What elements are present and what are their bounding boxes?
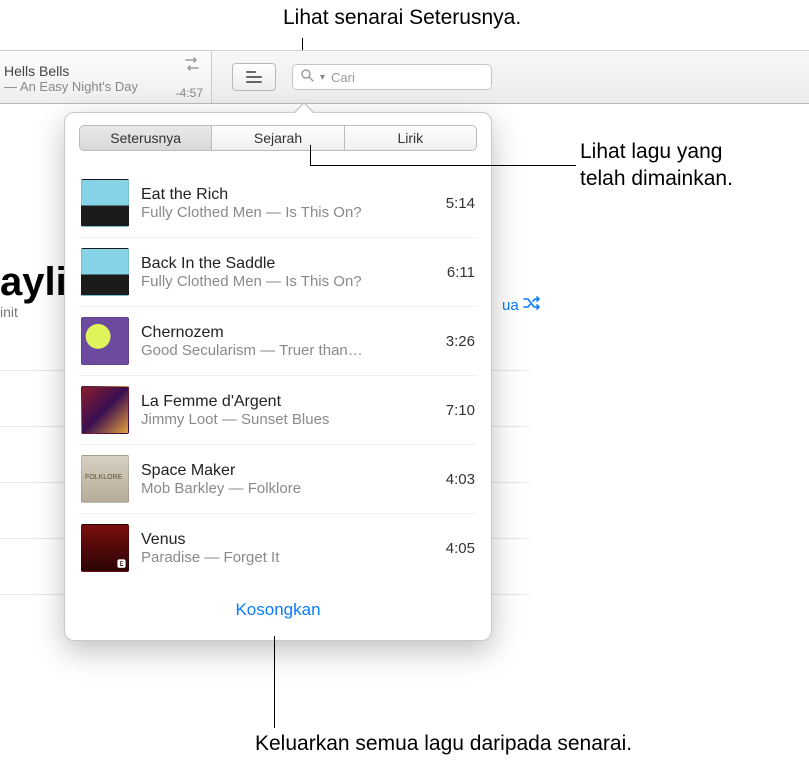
clear-row: Kosongkan: [79, 600, 477, 620]
queue-row[interactable]: Venus Paradise — Forget It 4:05: [79, 514, 477, 582]
repeat-icon[interactable]: [183, 57, 201, 76]
queue-title: Back In the Saddle: [141, 255, 427, 273]
queue-row[interactable]: Eat the Rich Fully Clothed Men — Is This…: [79, 169, 477, 238]
queue-title: Space Maker: [141, 462, 426, 480]
now-playing-title: Hells Bells: [4, 63, 201, 79]
callout-line: [310, 145, 311, 165]
search-placeholder: Cari: [331, 70, 355, 85]
shuffle-label-fragment: ua: [502, 297, 519, 314]
segmented-control: Seterusnya Sejarah Lirik: [79, 125, 477, 151]
queue-title: Chernozem: [141, 324, 426, 342]
queue-text: La Femme d'Argent Jimmy Loot — Sunset Bl…: [141, 393, 426, 428]
clear-button[interactable]: Kosongkan: [235, 600, 320, 620]
queue-duration: 5:14: [438, 195, 475, 212]
queue-subtitle: Fully Clothed Men — Is This On?: [141, 273, 427, 290]
callout-line: [274, 636, 275, 728]
queue-title: La Femme d'Argent: [141, 393, 426, 411]
queue-duration: 4:05: [438, 540, 475, 557]
queue-list: Eat the Rich Fully Clothed Men — Is This…: [79, 169, 477, 582]
list-icon: [246, 71, 262, 83]
queue-title: Eat the Rich: [141, 186, 426, 204]
queue-duration: 7:10: [438, 402, 475, 419]
now-playing-subtitle: — An Easy Night's Day: [4, 79, 201, 94]
queue-row[interactable]: La Femme d'Argent Jimmy Loot — Sunset Bl…: [79, 376, 477, 445]
queue-duration: 3:26: [438, 333, 475, 350]
queue-row[interactable]: Back In the Saddle Fully Clothed Men — I…: [79, 238, 477, 307]
now-playing-lcd[interactable]: Hells Bells — An Easy Night's Day -4:57: [0, 51, 212, 103]
queue-subtitle: Jimmy Loot — Sunset Blues: [141, 411, 426, 428]
album-art: [81, 317, 129, 365]
callout-history-tab: Lihat lagu yang telah dimainkan.: [580, 138, 733, 193]
shuffle-all-link[interactable]: ua: [502, 296, 541, 314]
queue-text: Space Maker Mob Barkley — Folklore: [141, 462, 426, 497]
album-art: [81, 524, 129, 572]
up-next-button[interactable]: [232, 63, 276, 91]
queue-duration: 6:11: [439, 264, 475, 281]
chevron-down-icon: ▾: [320, 72, 325, 83]
queue-subtitle: Good Secularism — Truer than…: [141, 342, 426, 359]
queue-text: Chernozem Good Secularism — Truer than…: [141, 324, 426, 359]
tab-lyrics[interactable]: Lirik: [345, 126, 476, 150]
queue-subtitle: Paradise — Forget It: [141, 549, 426, 566]
now-playing-remaining: -4:57: [176, 86, 203, 100]
callout-view-next-list: Lihat senarai Seterusnya.: [283, 6, 521, 30]
queue-subtitle: Fully Clothed Men — Is This On?: [141, 204, 426, 221]
queue-row[interactable]: Space Maker Mob Barkley — Folklore 4:03: [79, 445, 477, 514]
album-art: [81, 455, 129, 503]
callout-line: [310, 165, 576, 166]
shuffle-icon: [523, 296, 541, 314]
tab-history[interactable]: Sejarah: [212, 126, 344, 150]
callout-clear-list: Keluarkan semua lagu daripada senarai.: [255, 732, 632, 756]
album-art: [81, 179, 129, 227]
queue-row[interactable]: Chernozem Good Secularism — Truer than… …: [79, 307, 477, 376]
search-field[interactable]: ▾ Cari: [292, 64, 492, 90]
queue-title: Venus: [141, 531, 426, 549]
queue-text: Back In the Saddle Fully Clothed Men — I…: [141, 255, 427, 290]
queue-text: Venus Paradise — Forget It: [141, 531, 426, 566]
tab-next[interactable]: Seterusnya: [80, 126, 212, 150]
album-art: [81, 248, 129, 296]
queue-duration: 4:03: [438, 471, 475, 488]
album-art: [81, 386, 129, 434]
queue-subtitle: Mob Barkley — Folklore: [141, 480, 426, 497]
queue-text: Eat the Rich Fully Clothed Men — Is This…: [141, 186, 426, 221]
search-icon: [301, 69, 314, 85]
toolbar: Hells Bells — An Easy Night's Day -4:57 …: [0, 50, 809, 104]
up-next-popover: Seterusnya Sejarah Lirik Eat the Rich Fu…: [64, 112, 492, 641]
bg-text-fragment: init: [0, 304, 18, 320]
